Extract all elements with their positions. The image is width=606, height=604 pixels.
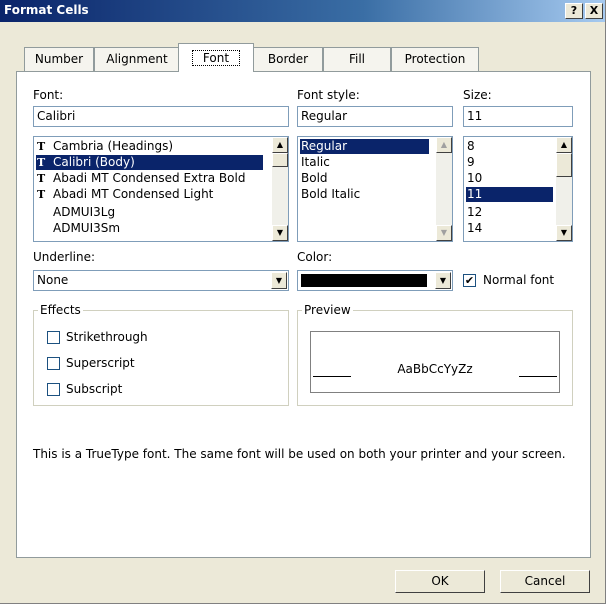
preview-title: Preview: [302, 303, 353, 317]
size-item-selected[interactable]: 11: [466, 187, 553, 202]
scroll-thumb[interactable]: [556, 153, 572, 177]
size-item[interactable]: 14: [466, 221, 482, 236]
format-cells-dialog: Format Cells ? X Number Alignment Font B…: [0, 0, 606, 604]
superscript-label: Superscript: [66, 356, 135, 370]
tab-number[interactable]: Number: [24, 47, 94, 71]
size-list-scrollbar[interactable]: ▲ ▼: [556, 137, 572, 241]
size-item[interactable]: 10: [466, 171, 482, 186]
font-list-item[interactable]: ADMUI3Lg: [36, 205, 115, 220]
size-input[interactable]: 11: [463, 106, 573, 127]
tab-fill[interactable]: Fill: [323, 47, 391, 71]
preview-text: AaBbCcYyZz: [397, 362, 473, 376]
font-list-scrollbar[interactable]: ▲ ▼: [272, 137, 288, 241]
title-bar[interactable]: Format Cells ? X: [0, 0, 605, 22]
color-label: Color:: [297, 250, 333, 264]
scroll-down-icon[interactable]: ▼: [436, 225, 452, 241]
preview-group: Preview AaBbCcYyZz: [297, 303, 573, 406]
font-item-label: ADMUI3Lg: [53, 205, 116, 219]
style-item[interactable]: Bold Italic: [300, 187, 360, 202]
style-item[interactable]: Italic: [300, 155, 330, 170]
preview-baseline-left: [313, 376, 351, 377]
font-label: Font:: [33, 88, 64, 102]
strikethrough-checkbox[interactable]: [47, 331, 60, 344]
truetype-icon: T: [37, 188, 46, 201]
color-dropdown[interactable]: ▼: [297, 270, 453, 291]
tab-alignment[interactable]: Alignment: [94, 47, 180, 71]
scroll-thumb[interactable]: [272, 153, 288, 167]
scroll-up-icon[interactable]: ▲: [272, 137, 288, 153]
scroll-down-icon[interactable]: ▼: [272, 225, 288, 241]
tab-font-label: Font: [191, 50, 241, 66]
size-label: Size:: [463, 88, 492, 102]
truetype-info-text: This is a TrueType font. The same font w…: [33, 447, 566, 461]
preview-baseline-right: [519, 376, 557, 377]
tab-border[interactable]: Border: [253, 47, 323, 71]
font-tab-panel: Font: Calibri T Cambria (Headings) T Calib…: [16, 71, 591, 558]
subscript-checkbox[interactable]: [47, 383, 60, 396]
font-item-label: Cambria (Headings): [53, 139, 174, 153]
style-list-scrollbar[interactable]: ▲ ▼: [436, 137, 452, 241]
font-list-item-selected[interactable]: T Calibri (Body): [36, 155, 263, 170]
underline-value: None: [37, 273, 69, 287]
font-item-label: Abadi MT Condensed Light: [53, 187, 214, 201]
effects-group: Effects Strikethrough Superscript Subscr…: [33, 303, 289, 406]
effects-title: Effects: [38, 303, 83, 317]
scroll-up-icon[interactable]: ▲: [556, 137, 572, 153]
font-item-label: Calibri (Body): [53, 155, 135, 169]
help-button[interactable]: ?: [565, 3, 583, 19]
window-title: Format Cells: [4, 3, 89, 17]
cancel-button[interactable]: Cancel: [500, 570, 590, 593]
font-style-input[interactable]: Regular: [297, 106, 453, 127]
truetype-icon: T: [37, 140, 46, 153]
scroll-down-icon[interactable]: ▼: [556, 225, 572, 241]
truetype-icon: T: [37, 156, 46, 169]
subscript-label: Subscript: [66, 382, 123, 396]
font-item-label: Abadi MT Condensed Extra Bold: [53, 171, 246, 185]
font-style-label: Font style:: [297, 88, 360, 102]
font-item-label: ADMUI3Sm: [53, 221, 121, 235]
tab-protection[interactable]: Protection: [391, 47, 479, 71]
underline-label: Underline:: [33, 250, 96, 264]
checkmark-icon: ✔: [464, 274, 475, 287]
style-item-selected[interactable]: Regular: [300, 139, 429, 154]
font-list-item[interactable]: T Abadi MT Condensed Light: [36, 187, 213, 202]
size-item[interactable]: 12: [466, 205, 482, 220]
ok-button[interactable]: OK: [395, 570, 485, 593]
normal-font-label: Normal font: [483, 273, 555, 287]
superscript-checkbox[interactable]: [47, 357, 60, 370]
chevron-down-icon[interactable]: ▼: [435, 272, 451, 289]
style-item[interactable]: Bold: [300, 171, 328, 186]
truetype-icon: T: [37, 172, 46, 185]
normal-font-checkbox[interactable]: ✔: [463, 274, 476, 287]
preview-box: AaBbCcYyZz: [310, 331, 560, 393]
underline-dropdown[interactable]: None ▼: [33, 270, 289, 291]
font-list-item[interactable]: ADMUI3Sm: [36, 221, 120, 236]
font-list-item[interactable]: T Abadi MT Condensed Extra Bold: [36, 171, 245, 186]
font-list[interactable]: T Cambria (Headings) T Calibri (Body) T Aba…: [33, 136, 289, 242]
scroll-up-icon[interactable]: ▲: [436, 137, 452, 153]
tab-font[interactable]: Font: [178, 43, 254, 72]
close-button[interactable]: X: [585, 3, 603, 19]
size-item[interactable]: 8: [466, 139, 475, 154]
strikethrough-label: Strikethrough: [66, 330, 148, 344]
color-swatch: [301, 274, 427, 287]
size-item[interactable]: 9: [466, 155, 475, 170]
font-style-list[interactable]: Regular Italic Bold Bold Italic ▲ ▼: [297, 136, 453, 242]
size-list[interactable]: 8 9 10 11 12 14 ▲ ▼: [463, 136, 573, 242]
font-input[interactable]: Calibri: [33, 106, 289, 127]
chevron-down-icon[interactable]: ▼: [271, 272, 287, 289]
font-list-item[interactable]: T Cambria (Headings): [36, 139, 173, 154]
